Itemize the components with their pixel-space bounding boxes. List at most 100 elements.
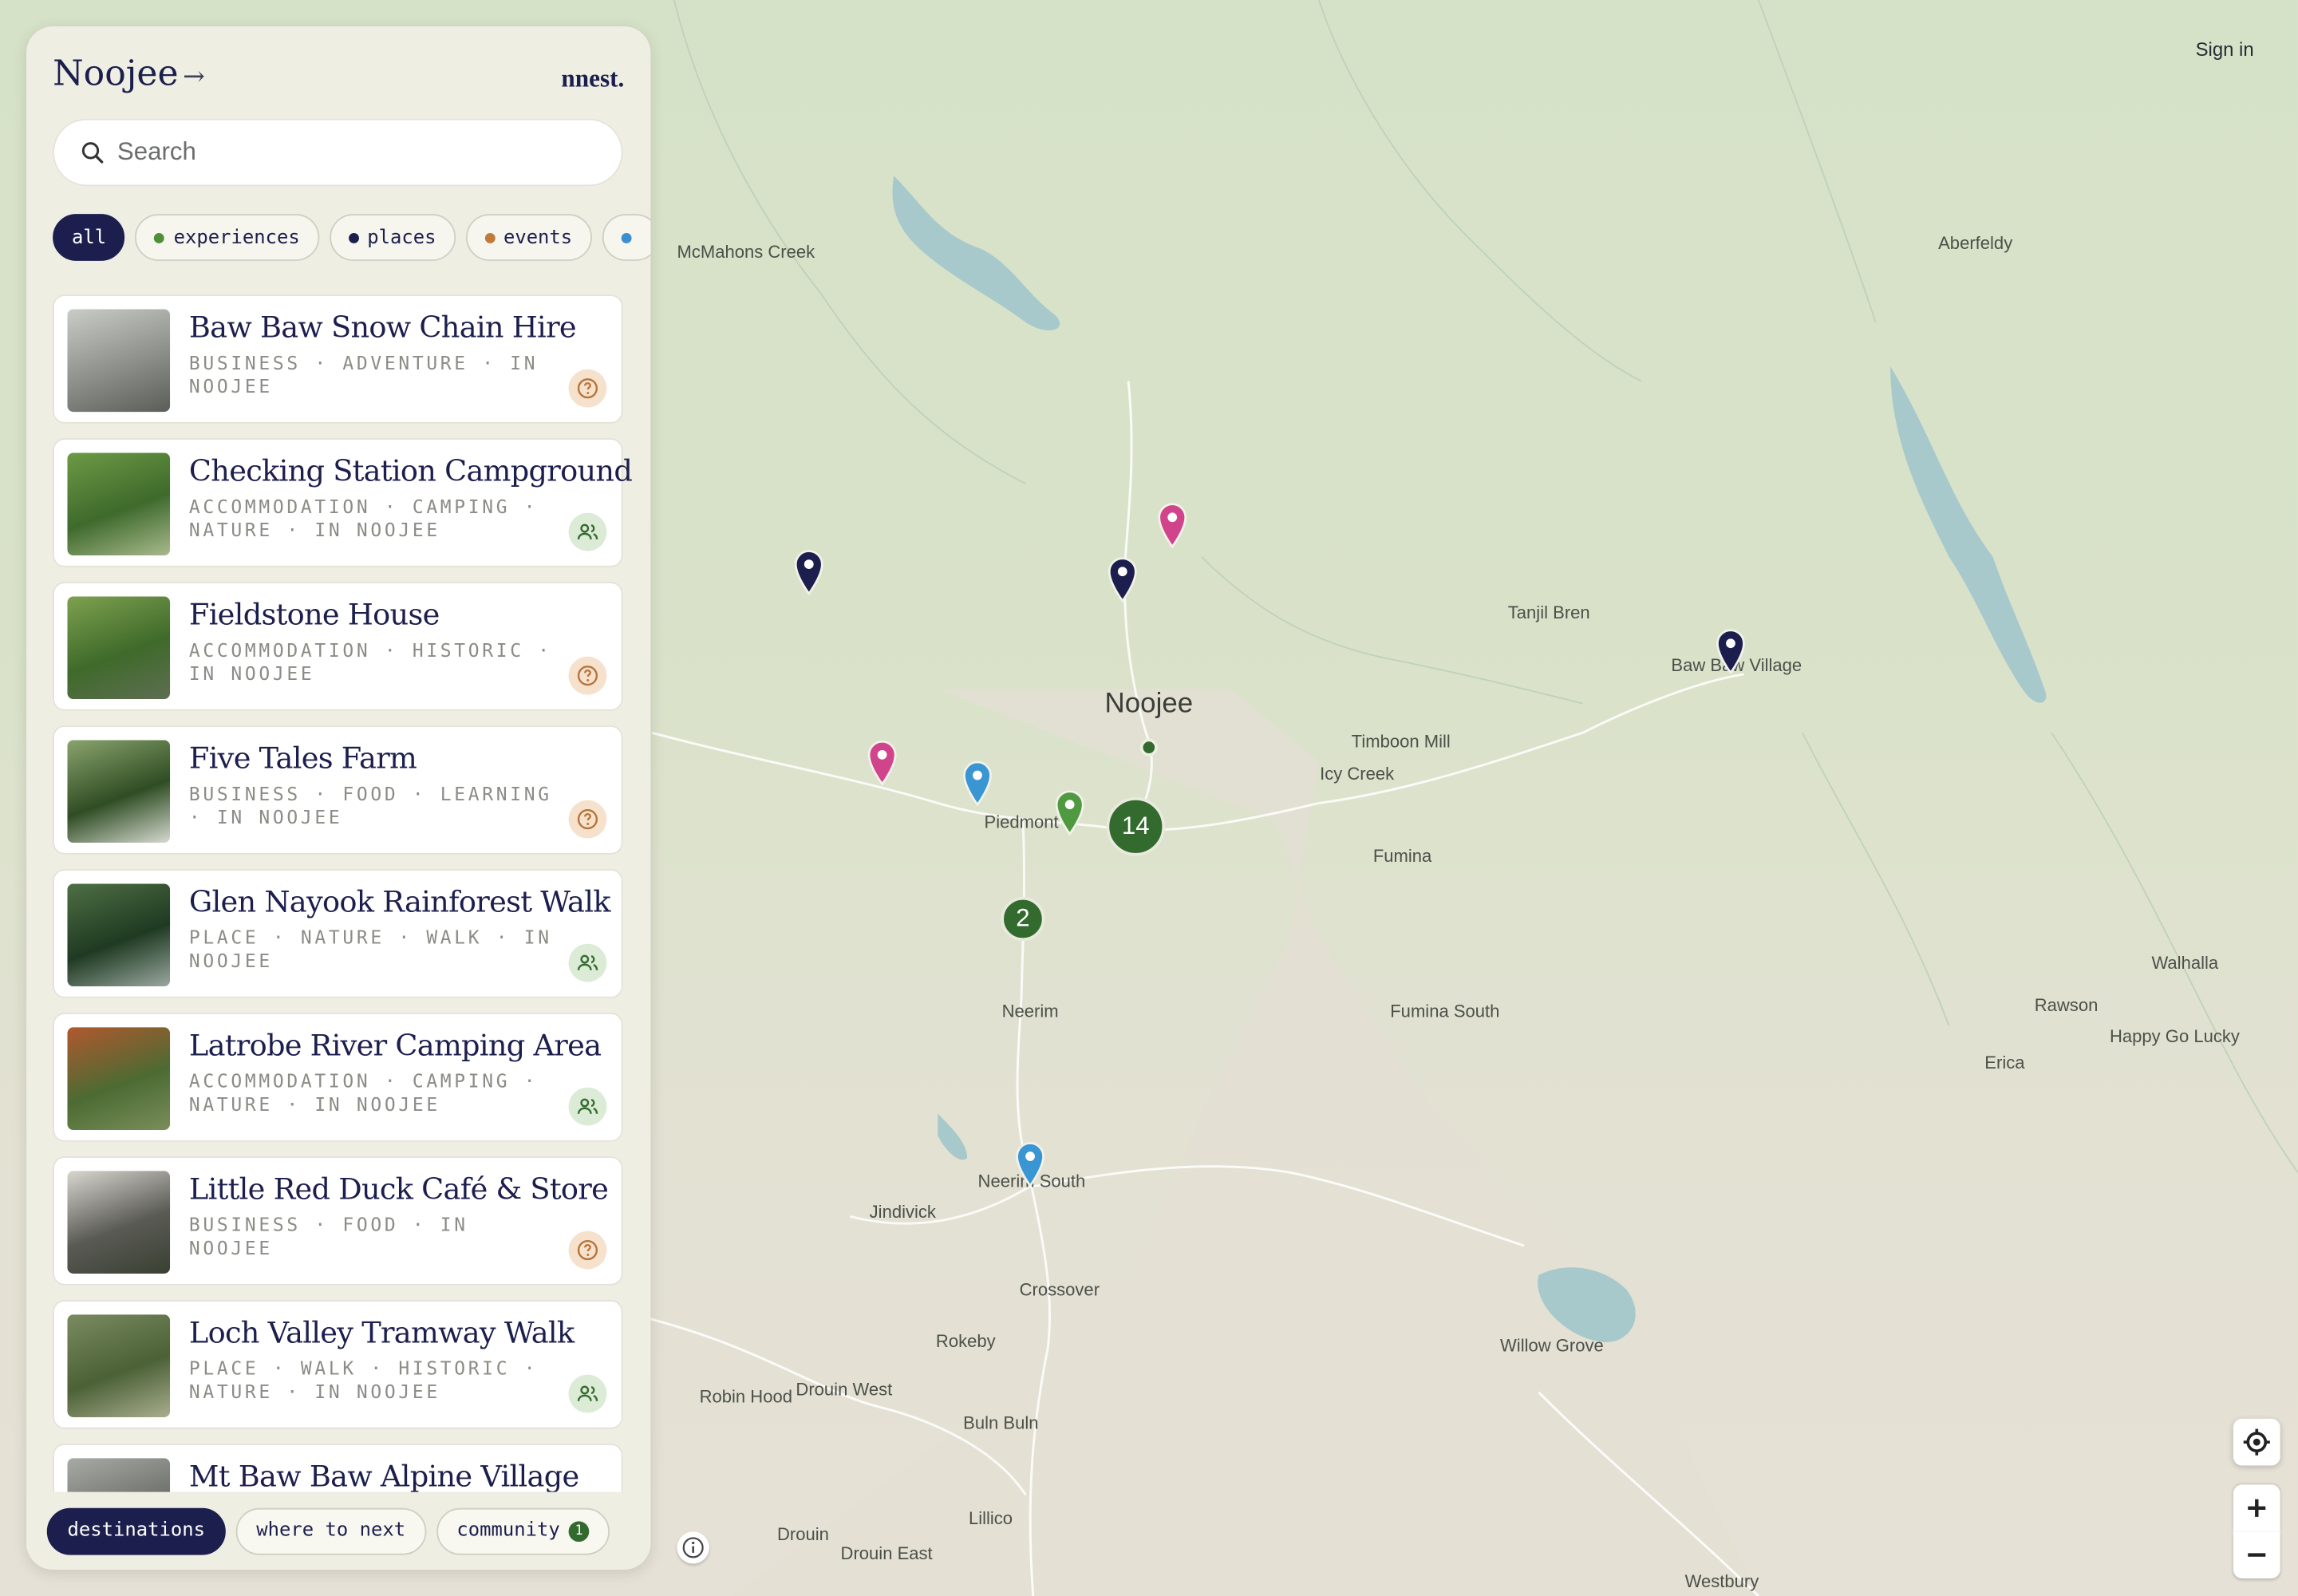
listing-thumbnail xyxy=(67,1171,171,1274)
filter-chip-more[interactable] xyxy=(601,214,651,261)
map-marker[interactable] xyxy=(866,739,898,786)
category-dot xyxy=(484,232,495,243)
listing-thumbnail xyxy=(67,740,171,843)
map-place-label: Lillico xyxy=(968,1507,1013,1529)
map-place-label: Aberfeldy xyxy=(1938,233,2013,254)
map-place-label: Fumina xyxy=(1372,845,1432,867)
notification-count: 1 xyxy=(568,1520,590,1542)
listing-tags: BUSINESS · FOOD · IN NOOJEE xyxy=(188,1213,468,1259)
filter-chip-label: all xyxy=(71,226,107,249)
map-place-label: Buln Buln xyxy=(963,1412,1039,1434)
sign-in-link[interactable]: Sign in xyxy=(2196,38,2254,61)
map-place-label: Drouin xyxy=(776,1524,829,1545)
map-place-label: Icy Creek xyxy=(1320,763,1395,784)
unclaimed-badge[interactable] xyxy=(568,369,607,408)
listing-card[interactable]: Baw Baw Snow Chain Hire BUSINESS · ADVENT… xyxy=(53,294,623,424)
map-marker[interactable] xyxy=(793,548,825,596)
tab-label: where to next xyxy=(256,1519,406,1543)
map-place-label: Timboon Mill xyxy=(1351,731,1451,753)
question-icon xyxy=(577,378,598,399)
tab-community[interactable]: community 1 xyxy=(436,1507,610,1555)
map-place-label: Fumina South xyxy=(1390,1001,1500,1022)
map-place-label: Drouin West xyxy=(796,1379,893,1400)
listing-thumbnail xyxy=(67,309,171,413)
search-box[interactable] xyxy=(53,118,623,187)
map-marker[interactable] xyxy=(961,759,993,807)
map-place-label: Robin Hood xyxy=(699,1386,792,1408)
search-icon xyxy=(81,142,104,164)
listing-card[interactable]: Five Tales Farm BUSINESS · FOOD · LEARNIN… xyxy=(53,725,623,855)
filter-chip-events[interactable]: events xyxy=(465,214,592,261)
listing-title: Little Red Duck Café & Store xyxy=(188,1171,609,1207)
map-pin-icon xyxy=(963,760,992,807)
location-name: Noojee xyxy=(53,53,179,94)
listing-card[interactable]: Glen Nayook Rainforest Walk PLACE · NATUR… xyxy=(53,869,623,998)
locate-me-button[interactable] xyxy=(2233,1418,2280,1466)
map-place-label: Rawson xyxy=(2034,995,2099,1016)
map-place-label: Drouin East xyxy=(840,1543,933,1564)
listing-list[interactable]: Baw Baw Snow Chain Hire BUSINESS · ADVENT… xyxy=(53,294,633,1570)
map-place-label: Neerim xyxy=(1001,1001,1059,1022)
filter-chip-label: places xyxy=(367,226,436,249)
tab-destinations[interactable]: destinations xyxy=(46,1507,226,1555)
listing-card[interactable]: Fieldstone House ACCOMMODATION · HISTORIC… xyxy=(53,582,623,711)
tab-where-to-next[interactable]: where to next xyxy=(235,1507,426,1555)
listing-tags: PLACE · NATURE · WALK · IN NOOJEE xyxy=(188,926,552,972)
listing-thumbnail xyxy=(67,1027,171,1130)
community-badge[interactable] xyxy=(568,943,607,982)
search-input[interactable] xyxy=(116,137,586,168)
map-info-button[interactable] xyxy=(677,1531,709,1564)
listing-tags: ACCOMMODATION · HISTORIC · IN NOOJEE xyxy=(188,638,552,685)
listing-card[interactable]: Loch Valley Tramway Walk PLACE · WALK · H… xyxy=(53,1300,623,1429)
unclaimed-badge[interactable] xyxy=(568,656,607,695)
filter-chip-places[interactable]: places xyxy=(329,214,456,261)
unclaimed-badge[interactable] xyxy=(568,800,607,839)
map-marker[interactable] xyxy=(1715,627,1747,675)
filter-chip-experiences[interactable]: experiences xyxy=(135,214,319,261)
map-place-label: Tanjil Bren xyxy=(1507,602,1590,623)
listing-tags: BUSINESS · FOOD · LEARNING · IN NOOJEE xyxy=(188,782,552,828)
unclaimed-badge[interactable] xyxy=(568,1231,607,1270)
map-point-dot[interactable] xyxy=(1139,738,1158,757)
map-marker[interactable] xyxy=(1156,501,1188,549)
map-cluster[interactable]: 2 xyxy=(1001,896,1045,942)
map-pin-icon xyxy=(1016,1142,1044,1188)
listing-card[interactable]: Latrobe River Camping Area ACCOMMODATION … xyxy=(53,1013,623,1142)
question-icon xyxy=(577,666,598,686)
arrow-icon: → xyxy=(183,61,205,93)
category-dot xyxy=(620,232,631,243)
zoom-in-button[interactable] xyxy=(2233,1484,2280,1532)
community-badge[interactable] xyxy=(568,512,607,551)
listing-title: Glen Nayook Rainforest Walk xyxy=(188,883,611,919)
listing-card[interactable]: Checking Station Campground ACCOMMODATION… xyxy=(53,438,633,567)
map-marker[interactable] xyxy=(1107,555,1139,603)
location-title[interactable]: Noojee → xyxy=(53,53,205,93)
map-marker[interactable] xyxy=(1053,788,1085,836)
map-cluster[interactable]: 14 xyxy=(1106,797,1166,856)
map-place-label: Erica xyxy=(1984,1052,2025,1073)
map-pin-icon xyxy=(1716,629,1745,675)
zoom-out-button[interactable] xyxy=(2233,1531,2280,1578)
listing-tags: ACCOMMODATION · CAMPING · NATURE · IN NO… xyxy=(188,495,539,541)
listing-title: Latrobe River Camping Area xyxy=(188,1027,602,1063)
listing-tags: BUSINESS · ADVENTURE · IN NOOJEE xyxy=(188,351,539,397)
listing-title: Baw Baw Snow Chain Hire xyxy=(188,309,577,345)
filter-chip-all[interactable]: all xyxy=(53,214,125,261)
crosshair-icon xyxy=(2243,1428,2270,1456)
map-marker[interactable] xyxy=(1014,1140,1046,1188)
map-pin-icon xyxy=(1108,557,1137,603)
map-place-label: Walhalla xyxy=(2151,952,2219,974)
map-label-town: Noojee xyxy=(1104,689,1194,720)
filter-chip-label: events xyxy=(503,226,573,249)
community-icon xyxy=(577,1098,598,1114)
map-place-label: Rokeby xyxy=(935,1330,996,1352)
community-badge[interactable] xyxy=(568,1374,607,1413)
brand-logo[interactable]: nnest. xyxy=(561,65,624,94)
info-icon xyxy=(682,1537,704,1558)
listing-card[interactable]: Little Red Duck Café & Store BUSINESS · F… xyxy=(53,1156,623,1286)
category-dot xyxy=(154,232,165,243)
community-badge[interactable] xyxy=(568,1087,607,1126)
community-icon xyxy=(577,523,598,539)
map-place-label: Jindivick xyxy=(869,1201,936,1223)
question-icon xyxy=(577,809,598,830)
